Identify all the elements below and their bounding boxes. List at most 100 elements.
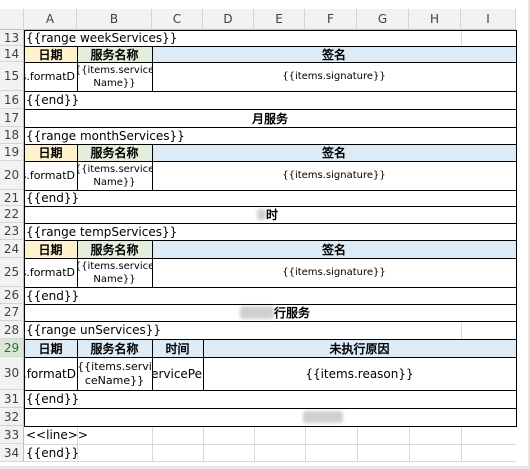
header-signature[interactable]: 签名 — [152, 144, 516, 161]
format-date-text: ms.formatD — [24, 366, 76, 381]
header-signature-text: 签名 — [321, 47, 346, 62]
signature-cell[interactable]: {{items.signature}} — [152, 161, 516, 190]
row-header-30[interactable]: 30 — [0, 357, 24, 390]
end-cell[interactable]: {{end}} — [26, 444, 126, 462]
end-text: {{end}} — [26, 392, 80, 406]
format-date-cell[interactable]: ms.formatD — [24, 62, 77, 91]
service-name-line-2: ceName}} — [84, 373, 145, 387]
format-date-cell[interactable]: ms.formatD — [24, 357, 77, 390]
section-title-monthly-text: 月服务 — [251, 111, 288, 126]
end-cell[interactable]: {{end}} — [26, 287, 126, 304]
service-name-cell[interactable]: {{items.service Name}} — [77, 62, 152, 91]
header-date[interactable]: 日期 — [24, 46, 77, 62]
end-cell[interactable]: {{end}} — [26, 390, 126, 408]
row-header-17[interactable]: 17 — [0, 109, 24, 127]
row-header-33[interactable]: 33 — [0, 426, 24, 444]
row-header-24[interactable]: 24 — [0, 240, 24, 258]
header-service-name-text: 服务名称 — [90, 242, 139, 257]
row-header-25[interactable]: 25 — [0, 258, 24, 287]
row-header-29[interactable]: 29 — [0, 339, 24, 357]
end-cell[interactable]: {{end}} — [26, 190, 126, 206]
header-date[interactable]: 日期 — [24, 240, 77, 258]
header-date[interactable]: 日期 — [24, 144, 77, 161]
row-header-22[interactable]: 22 — [0, 206, 24, 223]
row-header-14[interactable]: 14 — [0, 46, 24, 62]
service-name-cell[interactable]: {{items.service Name}} — [77, 161, 152, 190]
reason-cell[interactable]: {{items.reason}} — [203, 357, 516, 390]
header-signature-text: 签名 — [321, 146, 346, 160]
redacted-text — [303, 411, 343, 423]
border-line — [24, 161, 517, 162]
service-period-cell[interactable]: s.servicePe — [152, 357, 203, 390]
row-header-28[interactable]: 28 — [0, 321, 24, 339]
row-header-27[interactable]: 27 — [0, 304, 24, 321]
row-header-18[interactable]: 18 — [0, 127, 24, 144]
row-header-20[interactable]: 20 — [0, 161, 24, 190]
header-service-name[interactable]: 服务名称 — [77, 339, 152, 357]
border-line — [24, 46, 517, 47]
range-un-services-cell[interactable]: {{range unServices}} — [26, 321, 226, 339]
row-header-19[interactable]: 19 — [0, 144, 24, 161]
column-header-f[interactable]: F — [305, 9, 357, 30]
row-header-16[interactable]: 16 — [0, 91, 24, 109]
section-title-unexecuted[interactable]: 行服务 — [274, 304, 334, 321]
service-name-cell[interactable]: {{items.servi ceName}} — [77, 357, 152, 390]
border-line — [516, 30, 517, 426]
row-header-15[interactable]: 15 — [0, 62, 24, 91]
header-date-text: 日期 — [38, 47, 63, 62]
border-line — [24, 240, 517, 241]
border-line — [24, 30, 517, 31]
header-time[interactable]: 时间 — [152, 339, 203, 357]
section-title-monthly[interactable]: 月服务 — [24, 109, 516, 127]
signature-cell[interactable]: {{items.signature}} — [152, 62, 516, 91]
signature-text: {{items.signature}} — [282, 170, 386, 181]
header-service-name[interactable]: 服务名称 — [77, 240, 152, 258]
row-header-32[interactable]: 32 — [0, 408, 24, 426]
range-week-services-cell[interactable]: {{range weekServices}} — [26, 30, 226, 46]
row-header-21[interactable]: 21 — [0, 190, 24, 206]
header-signature[interactable]: 签名 — [152, 240, 516, 258]
border-line — [24, 144, 517, 145]
column-header-d[interactable]: D — [203, 9, 254, 30]
border-line — [77, 339, 78, 390]
column-header-a[interactable]: A — [24, 9, 77, 30]
border-line — [152, 339, 153, 390]
header-time-text: 时间 — [165, 341, 190, 356]
column-header-b[interactable]: B — [77, 9, 152, 30]
column-header-c[interactable]: C — [152, 9, 203, 30]
border-line — [24, 287, 517, 288]
row-header-13[interactable]: 13 — [0, 30, 24, 46]
format-date-cell[interactable]: ms.formatD — [24, 161, 77, 190]
header-signature-text: 签名 — [321, 242, 346, 257]
row-header-26[interactable]: 26 — [0, 287, 24, 304]
column-header-g[interactable]: G — [357, 9, 409, 30]
border-line — [24, 426, 517, 427]
end-cell[interactable]: {{end}} — [26, 91, 126, 109]
select-all-corner[interactable] — [0, 9, 24, 30]
row-header-31[interactable]: 31 — [0, 390, 24, 408]
end-text: {{end}} — [26, 191, 80, 205]
column-header-i[interactable]: I — [461, 9, 516, 30]
signature-cell[interactable]: {{items.signature}} — [152, 258, 516, 287]
header-reason[interactable]: 未执行原因 — [203, 339, 516, 357]
header-date[interactable]: 日期 — [24, 339, 77, 357]
header-service-name[interactable]: 服务名称 — [77, 46, 152, 62]
column-header-e[interactable]: E — [254, 9, 305, 30]
service-name-cell[interactable]: {{items.service Name}} — [77, 258, 152, 287]
section-title-unexecuted-text: 行服务 — [274, 306, 311, 320]
signature-text: {{items.signature}} — [282, 267, 386, 278]
line-marker-cell[interactable]: <<line>> — [26, 426, 146, 444]
service-name-line-2: Name}} — [93, 176, 136, 188]
row-header-34[interactable]: 34 — [0, 444, 24, 462]
range-temp-services-cell[interactable]: {{range tempServices}} — [26, 223, 226, 240]
row-header-23[interactable]: 23 — [0, 223, 24, 240]
service-name-line-1: {{items.service — [77, 260, 152, 272]
redacted-text — [257, 209, 266, 220]
column-header-h[interactable]: H — [409, 9, 461, 30]
header-signature[interactable]: 签名 — [152, 46, 516, 62]
range-month-services-cell[interactable]: {{range monthServices}} — [26, 127, 226, 144]
border-line — [24, 62, 517, 63]
section-title-temporary[interactable]: 时 — [266, 206, 306, 223]
format-date-cell[interactable]: ms.formatD — [24, 258, 77, 287]
header-service-name[interactable]: 服务名称 — [77, 144, 152, 161]
